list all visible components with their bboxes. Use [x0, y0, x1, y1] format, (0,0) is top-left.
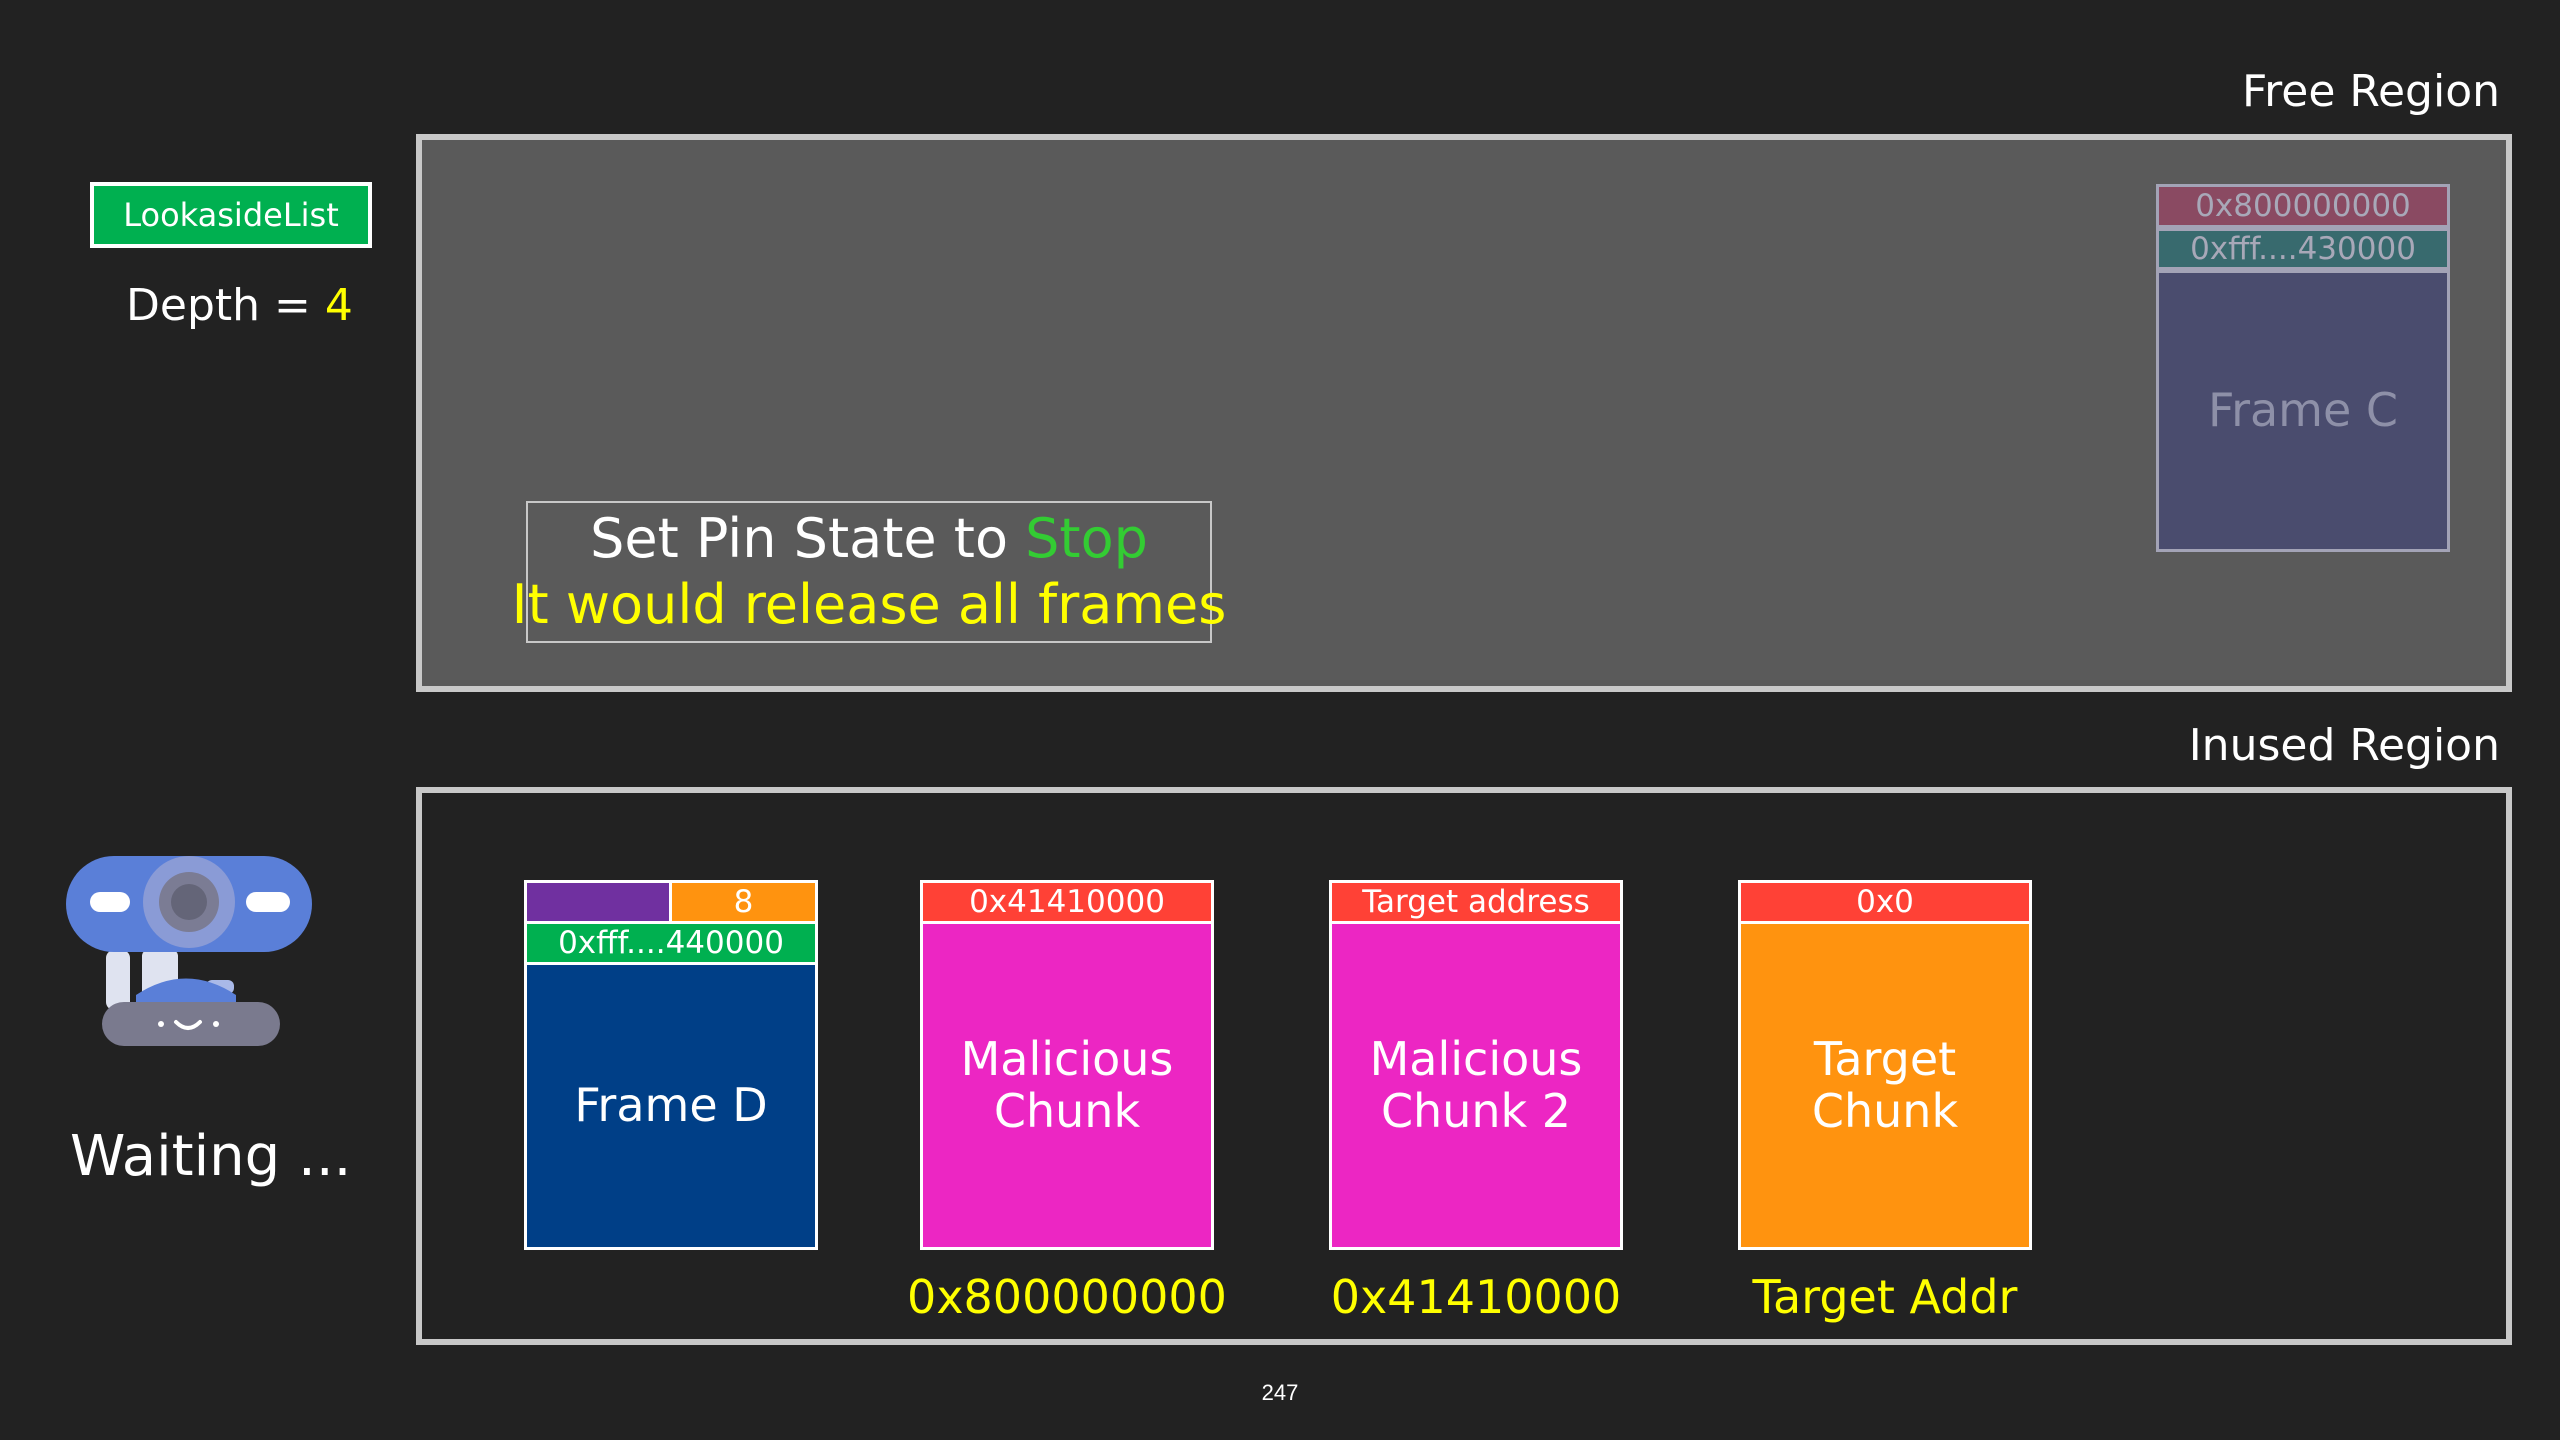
waiting-status: Waiting ...	[70, 1124, 352, 1189]
frame-c-header-top: 0x800000000	[2156, 184, 2450, 228]
depth-text: Depth =	[126, 280, 325, 331]
page-number: 247	[1261, 1380, 1299, 1405]
malicious-chunk-body: Malicious Chunk	[920, 921, 1214, 1250]
callout-line-1-text: Set Pin State to	[590, 507, 1026, 571]
depth-label: Depth = 4	[126, 280, 353, 331]
malicious-chunk: 0x41410000 Malicious Chunk	[920, 880, 1214, 1250]
depth-value: 4	[324, 280, 353, 331]
frame-c: 0x800000000 0xfff....430000 Frame C	[2156, 184, 2450, 552]
malicious-chunk-2-header: Target address	[1329, 880, 1623, 924]
malicious-chunk-header: 0x41410000	[920, 880, 1214, 924]
frame-d: 8 0xfff....440000 Frame D	[524, 880, 818, 1250]
frame-d-header-right: 8	[669, 880, 818, 924]
malicious-chunk-address: 0x800000000	[907, 1270, 1227, 1324]
target-chunk: 0x0 Target Chunk	[1738, 880, 2032, 1250]
malicious-chunk-2: Target address Malicious Chunk 2	[1329, 880, 1623, 1250]
callout-stop-word: Stop	[1025, 507, 1148, 571]
frame-c-body: Frame C	[2156, 270, 2450, 552]
robot-icon	[66, 850, 316, 1050]
frame-d-header-bottom: 0xfff....440000	[524, 921, 818, 965]
malicious-chunk-2-body: Malicious Chunk 2	[1329, 921, 1623, 1250]
target-chunk-address: Target Addr	[1752, 1270, 2018, 1324]
frame-c-header-bottom: 0xfff....430000	[2156, 228, 2450, 270]
callout-line-1: Set Pin State to Stop	[590, 506, 1148, 572]
inused-region-label: Inused Region	[2188, 720, 2500, 771]
frame-d-header-left	[524, 880, 672, 924]
target-chunk-body: Target Chunk	[1738, 921, 2032, 1250]
target-chunk-header: 0x0	[1738, 880, 2032, 924]
malicious-chunk-2-address: 0x41410000	[1330, 1270, 1622, 1324]
lookaside-list-box: LookasideList	[90, 182, 372, 248]
callout-line-2: It would release all frames	[511, 573, 1227, 636]
pin-state-callout: Set Pin State to Stop It would release a…	[512, 501, 1226, 643]
free-region-label: Free Region	[2242, 66, 2500, 117]
frame-d-body: Frame D	[524, 962, 818, 1250]
